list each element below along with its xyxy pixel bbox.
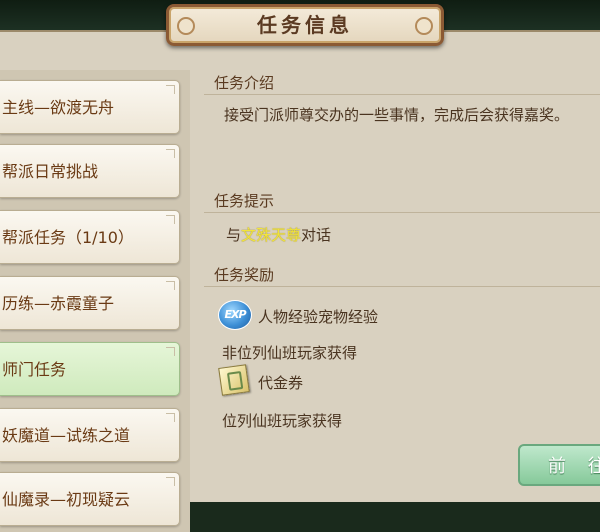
banner-ornament-icon [415,17,433,35]
task-tab-training[interactable]: 历练—赤霞童子 [0,276,180,330]
task-tab-label: 历练—赤霞童子 [2,294,115,313]
tab-corner-ornament [166,347,175,356]
section-divider [204,286,600,287]
task-tab-demon-path[interactable]: 妖魔道—试练之道 [0,408,180,462]
tab-corner-ornament [166,413,175,422]
tab-corner-ornament [166,149,175,158]
banner-ornament-icon [177,17,195,35]
title-banner: 任务信息 [166,4,444,46]
reward-note: 非位列仙班玩家获得 [222,344,358,362]
task-tab-guild-task[interactable]: 帮派任务（1/10） [0,210,180,264]
task-tab-sect-task[interactable]: 师门任务 [0,342,180,396]
task-tab-immortal-record[interactable]: 仙魔录—初现疑云 [0,472,180,526]
task-tab-label: 主线—欲渡无舟 [2,98,115,117]
task-list: 主线—欲渡无舟 帮派日常挑战 帮派任务（1/10） 历练—赤霞童子 师门任务 妖… [0,70,190,532]
task-tab-main-story[interactable]: 主线—欲渡无舟 [0,80,180,134]
hint-heading: 任务提示 [214,192,275,210]
tab-corner-ornament [166,281,175,290]
go-button[interactable]: 前 往 [518,444,600,486]
tab-corner-ornament [166,477,175,486]
task-tab-label: 师门任务 [2,360,67,379]
tab-corner-ornament [166,85,175,94]
hint-prefix: 与 [226,226,242,244]
task-tab-guild-daily[interactable]: 帮派日常挑战 [0,144,180,198]
reward-label: 代金券 [258,374,304,392]
page-title: 任务信息 [257,13,353,37]
npc-link[interactable]: 文殊天尊 [241,226,301,244]
reward-note: 位列仙班玩家获得 [222,412,343,430]
reward-label: 人物经验宠物经验 [258,308,379,326]
hint-text: 与文殊天尊对话 [226,224,331,245]
intro-heading: 任务介绍 [214,74,275,92]
task-tab-label: 妖魔道—试练之道 [2,426,131,445]
hint-suffix: 对话 [301,226,332,244]
section-divider [204,94,600,95]
task-tab-label: 帮派日常挑战 [2,162,99,181]
tab-corner-ornament [166,215,175,224]
rewards-heading: 任务奖励 [214,266,275,284]
task-tab-label: 帮派任务（1/10） [2,228,134,247]
task-panel: 主线—欲渡无舟 帮派日常挑战 帮派任务（1/10） 历练—赤霞童子 师门任务 妖… [0,30,600,532]
section-divider [204,212,600,213]
voucher-icon [218,364,250,396]
intro-text: 接受门派师尊交办的一些事情，完成后会获得嘉奖。 [224,106,570,124]
exp-icon: EXP [218,300,252,330]
